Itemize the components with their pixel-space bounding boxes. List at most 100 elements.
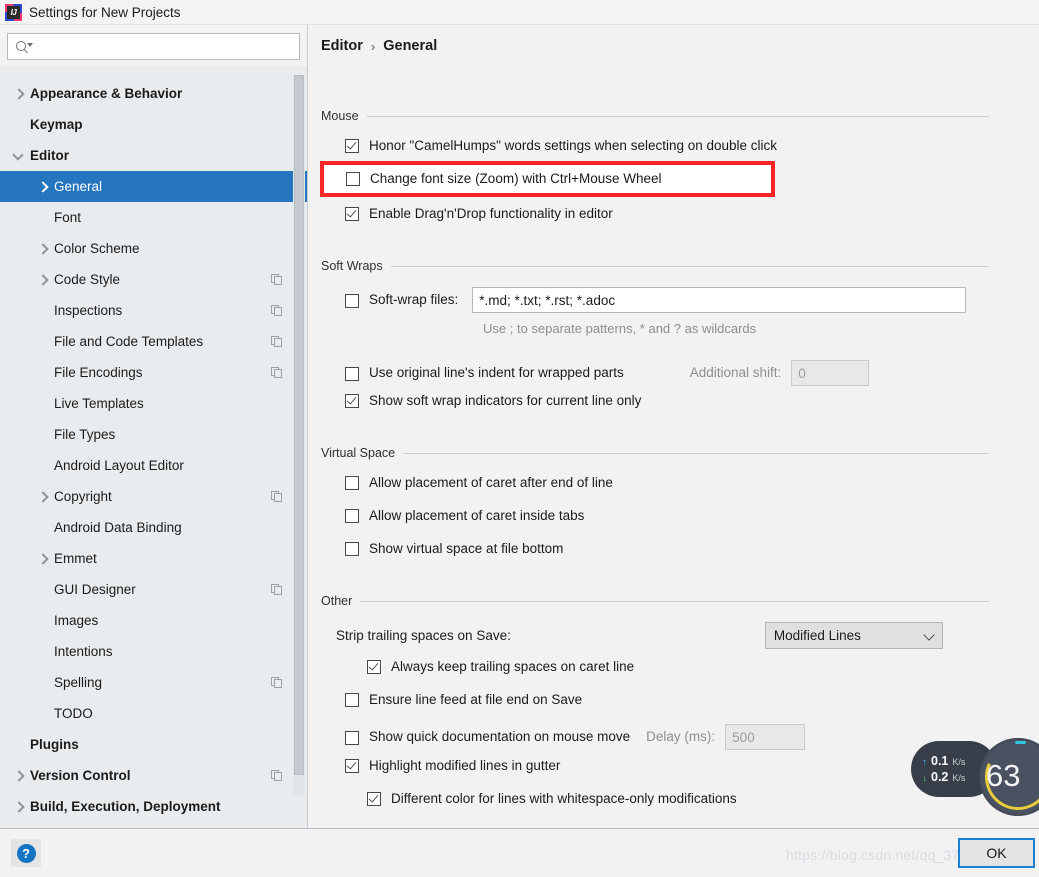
strip-trailing-value: Modified Lines — [773, 628, 861, 643]
option-use-original-indent[interactable]: Use original line's indent for wrapped p… — [309, 360, 1039, 386]
sidebar-item-inspections[interactable]: Inspections — [0, 295, 307, 326]
option-always-keep[interactable]: Always keep trailing spaces on caret lin… — [309, 658, 1039, 684]
chevron-down-icon[interactable] — [12, 149, 26, 163]
sidebar-item-label: Keymap — [30, 117, 83, 132]
label-always-keep: Always keep trailing spaces on caret lin… — [391, 659, 635, 674]
option-honor-camelhumps[interactable]: Honor "CamelHumps" words settings when s… — [309, 137, 1039, 163]
additional-shift-input: 0 — [791, 360, 870, 386]
copy-settings-icon[interactable] — [271, 583, 283, 596]
chevron-right-icon[interactable] — [36, 490, 50, 504]
sidebar-item-version-control[interactable]: Version Control — [0, 760, 307, 791]
label-delay: Delay (ms): — [646, 729, 716, 744]
copy-settings-icon[interactable] — [271, 490, 283, 503]
checkbox-show-indicators[interactable] — [345, 394, 359, 408]
label-honor-camelhumps: Honor "CamelHumps" words settings when s… — [369, 138, 778, 153]
checkbox-honor-camelhumps[interactable] — [345, 139, 359, 153]
copy-settings-icon[interactable] — [271, 769, 283, 782]
checkbox-softwrap-files[interactable] — [345, 294, 359, 308]
checkbox-always-keep[interactable] — [367, 660, 381, 674]
strip-trailing-dropdown[interactable]: Modified Lines — [764, 622, 943, 649]
sidebar-item-emmet[interactable]: Emmet — [0, 543, 307, 574]
option-caret-after-eol[interactable]: Allow placement of caret after end of li… — [309, 474, 1039, 500]
sidebar-item-spelling[interactable]: Spelling — [0, 667, 307, 698]
section-rule — [403, 452, 989, 454]
copy-settings-icon[interactable] — [271, 366, 283, 379]
sidebar-item-android-data-binding[interactable]: Android Data Binding — [0, 512, 307, 543]
sidebar-item-images[interactable]: Images — [0, 605, 307, 636]
breadcrumb-parent[interactable]: Editor — [321, 38, 363, 54]
sidebar-item-label: Copyright — [54, 489, 112, 504]
chevron-right-icon[interactable] — [36, 242, 50, 256]
sidebar-item-file-encodings[interactable]: File Encodings — [0, 357, 307, 388]
sidebar-item-file-and-code-templates[interactable]: File and Code Templates — [0, 326, 307, 357]
sidebar-item-live-templates[interactable]: Live Templates — [0, 388, 307, 419]
search-icon — [16, 40, 33, 54]
chevron-right-icon[interactable] — [36, 552, 50, 566]
sidebar-item-editor[interactable]: Editor — [0, 140, 307, 171]
sidebar-item-todo[interactable]: TODO — [0, 698, 307, 729]
settings-tree[interactable]: Appearance & Behavior Keymap Editor General… — [0, 72, 307, 828]
checkbox-virtual-space-bottom[interactable] — [345, 542, 359, 556]
intellij-idea-logo-icon: IJ — [5, 3, 22, 21]
chevron-right-icon[interactable] — [12, 800, 26, 814]
sidebar-item-appearance-behavior[interactable]: Appearance & Behavior — [0, 78, 307, 109]
sidebar-item-code-style[interactable]: Code Style — [0, 264, 307, 295]
chevron-right-icon[interactable] — [36, 180, 50, 194]
sidebar-item-android-layout-editor[interactable]: Android Layout Editor — [0, 450, 307, 481]
copy-settings-icon[interactable] — [271, 676, 283, 689]
sidebar-item-plugins[interactable]: Plugins — [0, 729, 307, 760]
checkbox-caret-inside-tabs[interactable] — [345, 509, 359, 523]
sidebar-item-build-execution-deployment[interactable]: Build, Execution, Deployment — [0, 791, 307, 822]
sidebar-item-font[interactable]: Font — [0, 202, 307, 233]
search-box[interactable] — [7, 33, 300, 60]
checkbox-use-original-indent[interactable] — [345, 367, 359, 381]
checkbox-quick-doc[interactable] — [345, 731, 359, 745]
upload-speed-unit: K/s — [952, 757, 966, 767]
sidebar-item-gui-designer[interactable]: GUI Designer — [0, 574, 307, 605]
section-header-soft-wraps: Soft Wraps — [309, 259, 1039, 273]
copy-settings-icon[interactable] — [271, 304, 283, 317]
chevron-right-icon[interactable] — [12, 769, 26, 783]
sidebar-item-keymap[interactable]: Keymap — [0, 109, 307, 140]
option-caret-inside-tabs[interactable]: Allow placement of caret inside tabs — [309, 507, 1039, 533]
option-change-font-size[interactable]: Change font size (Zoom) with Ctrl+Mouse … — [346, 170, 662, 188]
checkbox-dragndrop[interactable] — [345, 207, 359, 221]
label-change-font-size: Change font size (Zoom) with Ctrl+Mouse … — [370, 171, 662, 186]
hint-softwrap-patterns: Use ; to separate patterns, * and ? as w… — [309, 320, 1039, 346]
option-show-indicators[interactable]: Show soft wrap indicators for current li… — [309, 392, 1039, 418]
checkbox-different-color[interactable] — [367, 792, 381, 806]
label-show-indicators: Show soft wrap indicators for current li… — [369, 393, 642, 408]
sidebar-item-label: Font — [54, 210, 82, 225]
sidebar-item-file-types[interactable]: File Types — [0, 419, 307, 450]
sidebar-item-label: Images — [54, 613, 99, 628]
sidebar-item-intentions[interactable]: Intentions — [0, 636, 307, 667]
option-ensure-line-feed[interactable]: Ensure line feed at file end on Save — [309, 691, 1039, 717]
sidebar-scrollbar[interactable] — [293, 75, 305, 796]
sidebar-item-label: Spelling — [54, 675, 103, 690]
sidebar-item-color-scheme[interactable]: Color Scheme — [0, 233, 307, 264]
softwrap-files-input[interactable]: *.md; *.txt; *.rst; *.adoc — [472, 287, 967, 313]
breadcrumb-separator-icon: › — [370, 38, 376, 54]
checkbox-caret-after-eol[interactable] — [345, 476, 359, 490]
sidebar-item-label: Live Templates — [54, 396, 144, 411]
sidebar-scrollbar-thumb[interactable] — [294, 75, 304, 775]
checkbox-highlight-modified[interactable] — [345, 759, 359, 773]
chevron-right-icon[interactable] — [12, 87, 26, 101]
ok-button[interactable]: OK — [958, 838, 1035, 868]
search-input[interactable] — [32, 35, 299, 58]
checkbox-change-font-size[interactable] — [346, 172, 360, 186]
sidebar-item-label: Plugins — [30, 737, 79, 752]
option-virtual-space-bottom[interactable]: Show virtual space at file bottom — [309, 540, 1039, 566]
chevron-right-icon[interactable] — [36, 273, 50, 287]
checkbox-ensure-line-feed[interactable] — [345, 693, 359, 707]
section-title-mouse: Mouse — [321, 109, 359, 123]
option-dragndrop[interactable]: Enable Drag'n'Drop functionality in edit… — [309, 205, 1039, 231]
help-button[interactable]: ? — [11, 839, 41, 867]
option-softwrap-files[interactable]: Soft-wrap files: *.md; *.txt; *.rst; *.a… — [309, 287, 1039, 313]
copy-settings-icon[interactable] — [271, 335, 283, 348]
copy-settings-icon[interactable] — [271, 273, 283, 286]
sidebar-item-copyright[interactable]: Copyright — [0, 481, 307, 512]
sidebar-item-general[interactable]: General — [0, 171, 307, 202]
